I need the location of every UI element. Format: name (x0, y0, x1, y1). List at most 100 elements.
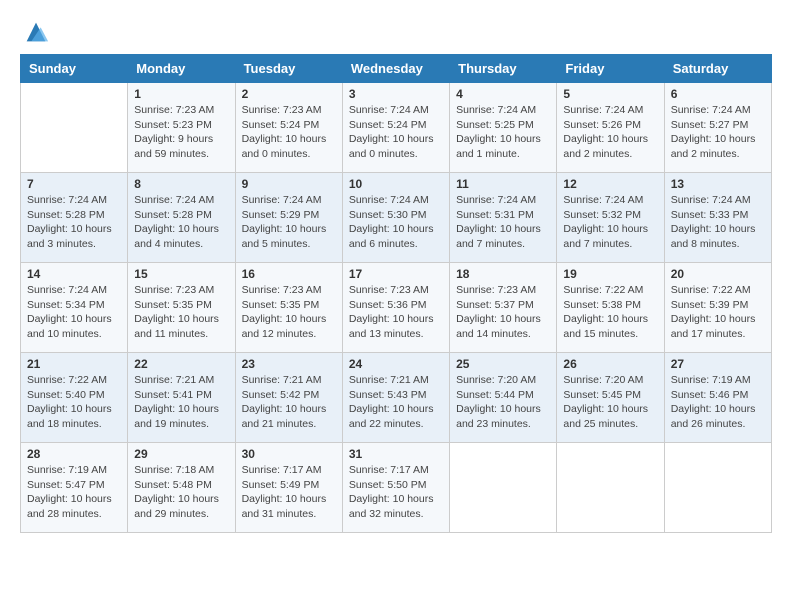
day-info: Sunrise: 7:24 AMSunset: 5:30 PMDaylight:… (349, 193, 443, 252)
day-number: 5 (563, 87, 657, 101)
calendar-cell: 17 Sunrise: 7:23 AMSunset: 5:36 PMDayligh… (342, 263, 449, 353)
calendar-table: SundayMondayTuesdayWednesdayThursdayFrid… (20, 54, 772, 533)
day-info: Sunrise: 7:21 AMSunset: 5:41 PMDaylight:… (134, 373, 228, 432)
calendar-cell (664, 443, 771, 533)
calendar-cell: 5 Sunrise: 7:24 AMSunset: 5:26 PMDaylight… (557, 83, 664, 173)
day-number: 11 (456, 177, 550, 191)
day-number: 16 (242, 267, 336, 281)
calendar-cell: 16 Sunrise: 7:23 AMSunset: 5:35 PMDayligh… (235, 263, 342, 353)
calendar-cell: 28 Sunrise: 7:19 AMSunset: 5:47 PMDayligh… (21, 443, 128, 533)
header-thursday: Thursday (450, 55, 557, 83)
day-info: Sunrise: 7:23 AMSunset: 5:24 PMDaylight:… (242, 103, 336, 162)
day-info: Sunrise: 7:17 AMSunset: 5:50 PMDaylight:… (349, 463, 443, 522)
calendar-cell: 6 Sunrise: 7:24 AMSunset: 5:27 PMDaylight… (664, 83, 771, 173)
day-number: 29 (134, 447, 228, 461)
header-wednesday: Wednesday (342, 55, 449, 83)
day-number: 20 (671, 267, 765, 281)
calendar-cell: 9Sunrise: 7:24 AMSunset: 5:29 PMDaylight… (235, 173, 342, 263)
calendar-cell: 8 Sunrise: 7:24 AMSunset: 5:28 PMDaylight… (128, 173, 235, 263)
day-info: Sunrise: 7:24 AMSunset: 5:25 PMDaylight:… (456, 103, 550, 162)
calendar-cell: 26 Sunrise: 7:20 AMSunset: 5:45 PMDayligh… (557, 353, 664, 443)
logo-icon (22, 18, 50, 46)
calendar-cell: 2 Sunrise: 7:23 AMSunset: 5:24 PMDaylight… (235, 83, 342, 173)
day-info: Sunrise: 7:21 AMSunset: 5:42 PMDaylight:… (242, 373, 336, 432)
calendar-header-row: SundayMondayTuesdayWednesdayThursdayFrid… (21, 55, 772, 83)
day-number: 22 (134, 357, 228, 371)
calendar-cell (557, 443, 664, 533)
day-number: 8 (134, 177, 228, 191)
day-number: 30 (242, 447, 336, 461)
day-number: 3 (349, 87, 443, 101)
header-tuesday: Tuesday (235, 55, 342, 83)
day-number: 7 (27, 177, 121, 191)
day-info: Sunrise: 7:19 AMSunset: 5:46 PMDaylight:… (671, 373, 765, 432)
day-info: Sunrise: 7:23 AMSunset: 5:36 PMDaylight:… (349, 283, 443, 342)
calendar-cell: 13 Sunrise: 7:24 AMSunset: 5:33 PMDayligh… (664, 173, 771, 263)
day-info: Sunrise: 7:20 AMSunset: 5:44 PMDaylight:… (456, 373, 550, 432)
day-info: Sunrise: 7:24 AMSunset: 5:28 PMDaylight:… (134, 193, 228, 252)
day-number: 28 (27, 447, 121, 461)
calendar-cell: 3 Sunrise: 7:24 AMSunset: 5:24 PMDaylight… (342, 83, 449, 173)
day-info: Sunrise: 7:24 AMSunset: 5:24 PMDaylight:… (349, 103, 443, 162)
day-info: Sunrise: 7:24 AMSunset: 5:26 PMDaylight:… (563, 103, 657, 162)
calendar-week-row: 21 Sunrise: 7:22 AMSunset: 5:40 PMDayligh… (21, 353, 772, 443)
day-info: Sunrise: 7:22 AMSunset: 5:40 PMDaylight:… (27, 373, 121, 432)
calendar-cell: 31 Sunrise: 7:17 AMSunset: 5:50 PMDayligh… (342, 443, 449, 533)
day-number: 24 (349, 357, 443, 371)
header-friday: Friday (557, 55, 664, 83)
day-number: 17 (349, 267, 443, 281)
day-info: Sunrise: 7:18 AMSunset: 5:48 PMDaylight:… (134, 463, 228, 522)
day-number: 1 (134, 87, 228, 101)
day-info: Sunrise: 7:23 AMSunset: 5:35 PMDaylight:… (134, 283, 228, 342)
day-info: Sunrise: 7:24 AMSunset: 5:31 PMDaylight:… (456, 193, 550, 252)
day-info: Sunrise: 7:23 AMSunset: 5:35 PMDaylight:… (242, 283, 336, 342)
day-number: 23 (242, 357, 336, 371)
calendar-cell: 22 Sunrise: 7:21 AMSunset: 5:41 PMDayligh… (128, 353, 235, 443)
day-info: Sunrise: 7:24 AMSunset: 5:33 PMDaylight:… (671, 193, 765, 252)
page-header (20, 16, 772, 46)
day-number: 21 (27, 357, 121, 371)
day-number: 26 (563, 357, 657, 371)
day-info: Sunrise: 7:24 AMSunset: 5:32 PMDaylight:… (563, 193, 657, 252)
calendar-week-row: 7 Sunrise: 7:24 AMSunset: 5:28 PMDaylight… (21, 173, 772, 263)
calendar-cell: 30 Sunrise: 7:17 AMSunset: 5:49 PMDayligh… (235, 443, 342, 533)
day-info: Sunrise: 7:23 AMSunset: 5:23 PMDaylight:… (134, 103, 228, 162)
calendar-cell: 12 Sunrise: 7:24 AMSunset: 5:32 PMDayligh… (557, 173, 664, 263)
day-number: 14 (27, 267, 121, 281)
calendar-week-row: 28 Sunrise: 7:19 AMSunset: 5:47 PMDayligh… (21, 443, 772, 533)
calendar-cell (21, 83, 128, 173)
logo (20, 20, 50, 46)
day-info: Sunrise: 7:24 AMSunset: 5:34 PMDaylight:… (27, 283, 121, 342)
calendar-cell: 4Sunrise: 7:24 AMSunset: 5:25 PMDaylight… (450, 83, 557, 173)
day-number: 18 (456, 267, 550, 281)
calendar-cell: 29 Sunrise: 7:18 AMSunset: 5:48 PMDayligh… (128, 443, 235, 533)
day-number: 2 (242, 87, 336, 101)
day-info: Sunrise: 7:23 AMSunset: 5:37 PMDaylight:… (456, 283, 550, 342)
day-info: Sunrise: 7:20 AMSunset: 5:45 PMDaylight:… (563, 373, 657, 432)
calendar-cell: 11 Sunrise: 7:24 AMSunset: 5:31 PMDayligh… (450, 173, 557, 263)
day-number: 12 (563, 177, 657, 191)
calendar-cell: 18 Sunrise: 7:23 AMSunset: 5:37 PMDayligh… (450, 263, 557, 353)
calendar-week-row: 1 Sunrise: 7:23 AMSunset: 5:23 PMDaylight… (21, 83, 772, 173)
day-info: Sunrise: 7:17 AMSunset: 5:49 PMDaylight:… (242, 463, 336, 522)
day-number: 10 (349, 177, 443, 191)
header-sunday: Sunday (21, 55, 128, 83)
calendar-cell: 20Sunrise: 7:22 AMSunset: 5:39 PMDayligh… (664, 263, 771, 353)
calendar-cell: 19Sunrise: 7:22 AMSunset: 5:38 PMDayligh… (557, 263, 664, 353)
day-number: 31 (349, 447, 443, 461)
day-info: Sunrise: 7:24 AMSunset: 5:27 PMDaylight:… (671, 103, 765, 162)
day-info: Sunrise: 7:24 AMSunset: 5:28 PMDaylight:… (27, 193, 121, 252)
day-number: 25 (456, 357, 550, 371)
day-number: 6 (671, 87, 765, 101)
calendar-cell: 15Sunrise: 7:23 AMSunset: 5:35 PMDayligh… (128, 263, 235, 353)
calendar-cell: 14 Sunrise: 7:24 AMSunset: 5:34 PMDayligh… (21, 263, 128, 353)
day-info: Sunrise: 7:19 AMSunset: 5:47 PMDaylight:… (27, 463, 121, 522)
day-number: 19 (563, 267, 657, 281)
calendar-cell (450, 443, 557, 533)
day-number: 13 (671, 177, 765, 191)
calendar-cell: 25 Sunrise: 7:20 AMSunset: 5:44 PMDayligh… (450, 353, 557, 443)
calendar-week-row: 14 Sunrise: 7:24 AMSunset: 5:34 PMDayligh… (21, 263, 772, 353)
calendar-cell: 21 Sunrise: 7:22 AMSunset: 5:40 PMDayligh… (21, 353, 128, 443)
calendar-cell: 7 Sunrise: 7:24 AMSunset: 5:28 PMDaylight… (21, 173, 128, 263)
calendar-cell: 24Sunrise: 7:21 AMSunset: 5:43 PMDayligh… (342, 353, 449, 443)
